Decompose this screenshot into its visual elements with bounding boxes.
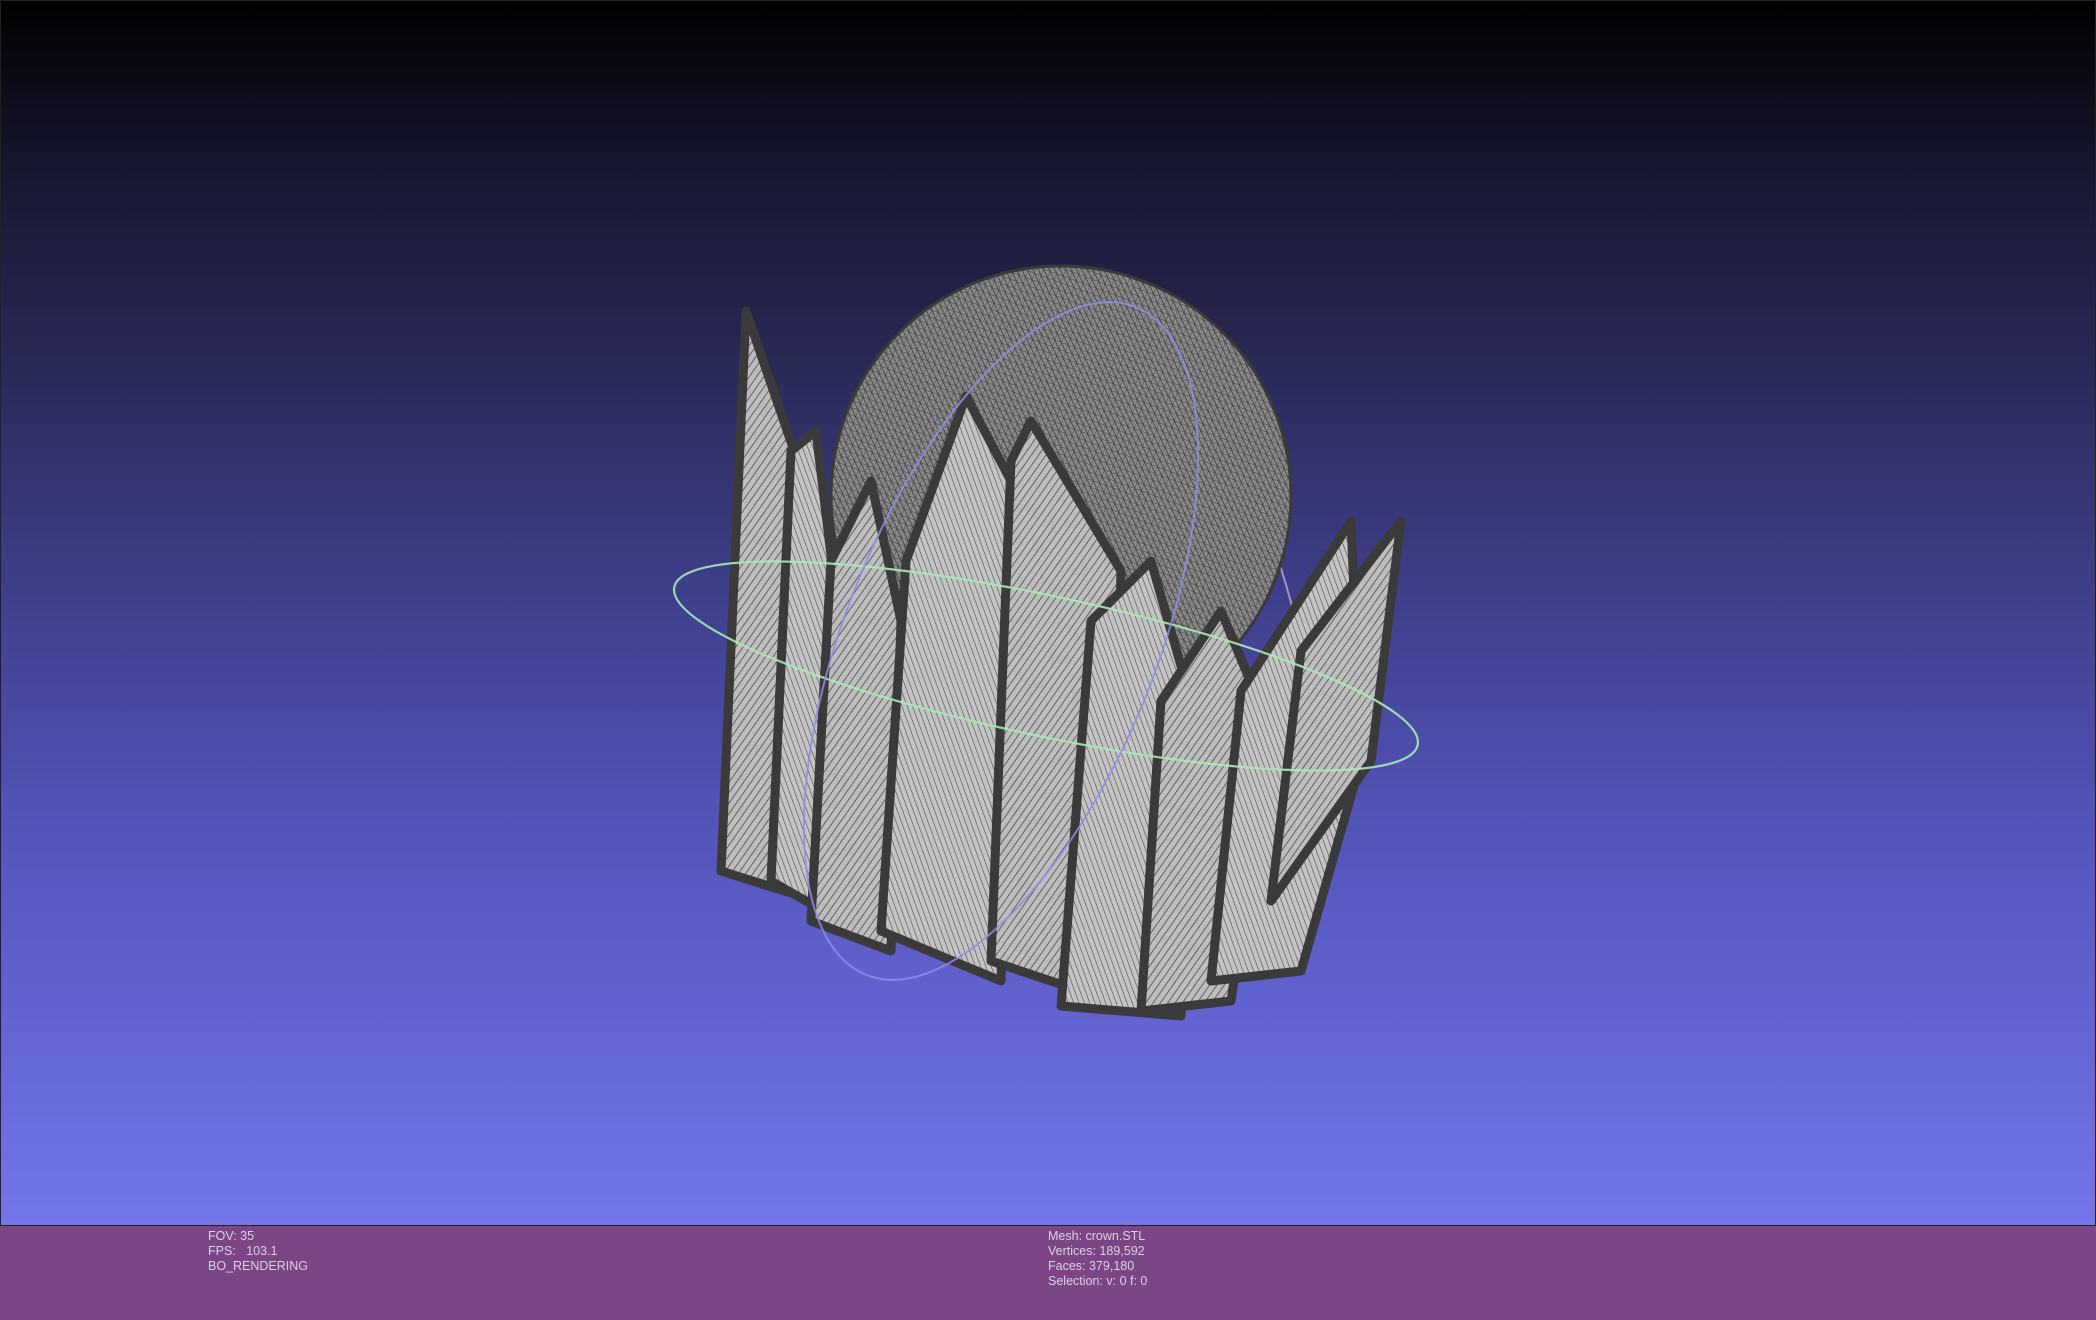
mesh-name: Mesh: crown.STL: [1048, 1229, 1146, 1243]
vertex-count: Vertices: 189,592: [1048, 1244, 1145, 1258]
mesh-info: Mesh: crown.STL Vertices: 189,592 Faces:…: [1048, 1229, 1147, 1289]
selection-info: Selection: v: 0 f: 0: [1048, 1274, 1148, 1288]
render-info: FOV: 35 FPS: 103.1 BO_RENDERING: [208, 1229, 308, 1274]
mesh-render[interactable]: [1, 1, 2096, 1226]
status-info-bar: FOV: 35 FPS: 103.1 BO_RENDERING Mesh: cr…: [0, 1226, 2096, 1320]
face-count: Faces: 379,180: [1048, 1259, 1135, 1273]
fps-readout: FPS: 103.1: [208, 1244, 278, 1258]
3d-viewport[interactable]: [0, 0, 2096, 1226]
render-mode: BO_RENDERING: [208, 1259, 309, 1273]
fov-readout: FOV: 35: [208, 1229, 255, 1243]
